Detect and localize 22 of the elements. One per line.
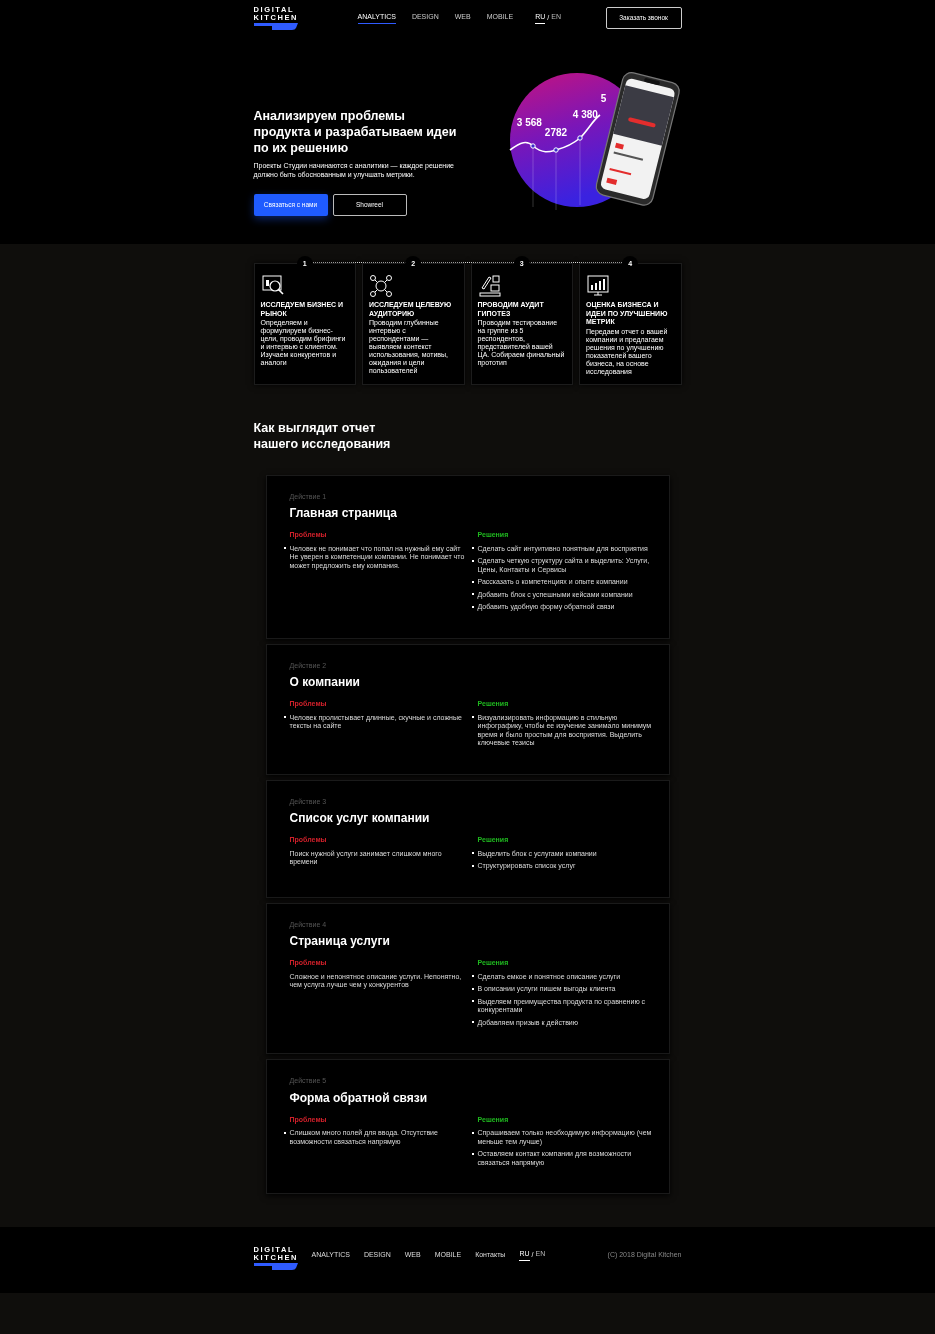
section-heading: Как выглядит отчет нашего исследования: [253, 419, 392, 452]
action-title: Главная страница: [289, 505, 398, 522]
action-title: Список услуг компании: [289, 810, 431, 827]
bullet-icon: [471, 864, 474, 867]
action-title: Страница услуги: [289, 933, 391, 950]
chart-value: 5: [600, 94, 607, 104]
bullet-icon: [283, 1131, 286, 1134]
chart-value: 3 568: [516, 118, 542, 128]
bullet-icon: [471, 1131, 474, 1134]
bullet-icon: [471, 1152, 474, 1155]
action-title: Форма обратной связи: [289, 1089, 429, 1107]
bullet-icon: [471, 605, 474, 608]
chart-value: 2782: [544, 128, 568, 138]
bar-chart-icon: [586, 274, 610, 298]
bullet-icon: [471, 559, 474, 562]
bullet-icon: [471, 580, 474, 583]
hero-title: Анализируем проблемы продукта и разрабатываем идеи по их решению: [253, 108, 458, 156]
bullet-icon: [471, 987, 474, 990]
action-title: О компании: [289, 674, 361, 691]
chart-value: 4 380: [572, 110, 598, 120]
network-icon: [369, 274, 393, 298]
test-tube-icon: [477, 274, 502, 298]
